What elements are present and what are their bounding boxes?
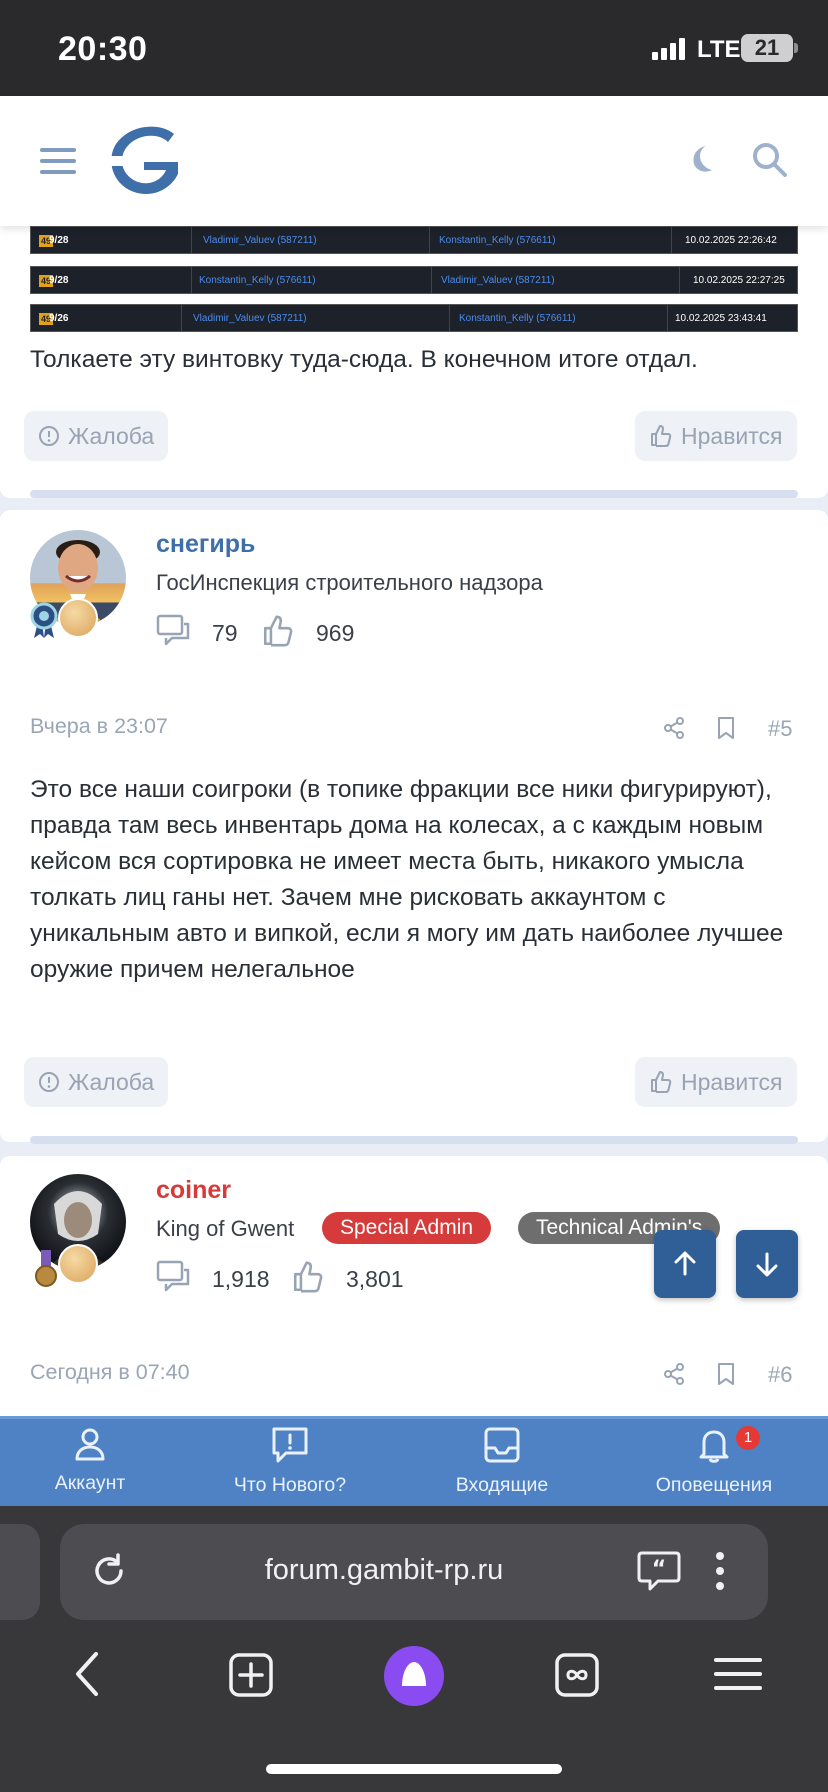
thumbs-up-icon — [293, 1261, 323, 1293]
post-text: Толкаете эту винтовку туда-сюда. В конеч… — [30, 346, 698, 373]
like-button[interactable]: Нравится — [635, 411, 797, 461]
user-icon — [75, 1428, 105, 1461]
report-label: Жалоба — [68, 422, 155, 449]
bookmark-icon[interactable] — [716, 716, 736, 740]
post-divider — [30, 490, 798, 498]
search-icon[interactable] — [752, 142, 788, 178]
nav-item-inbox[interactable]: Входящие — [412, 1426, 592, 1497]
medal-icon — [35, 1250, 57, 1287]
thumbs-up-icon — [651, 1071, 672, 1093]
nav-item-alerts[interactable]: Оповещения — [624, 1426, 804, 1497]
reload-icon[interactable] — [90, 1552, 128, 1590]
warning-circle-icon — [39, 426, 59, 446]
log-from: Konstantin_Kelly (576611) — [199, 275, 316, 286]
like-label: Нравится — [681, 422, 783, 449]
message-count: 1,918 — [212, 1266, 270, 1292]
thumbs-up-icon — [263, 615, 293, 647]
notification-badge: 1 — [736, 1426, 760, 1450]
thumbs-up-icon — [651, 425, 672, 447]
like-count: 3,801 — [346, 1266, 404, 1292]
url-text[interactable]: forum.gambit-rp.ru — [200, 1554, 568, 1587]
user-title: King of Gwent — [156, 1216, 295, 1241]
log-row: 49 9/28 Konstantin_Kelly (576611) Vladim… — [30, 266, 798, 294]
status-time: 20:30 — [58, 30, 148, 68]
post-number[interactable]: #6 — [768, 1362, 792, 1388]
gambit-badge-icon — [58, 1244, 98, 1284]
nav-label: Что Нового? — [233, 1474, 347, 1496]
signal-icon — [652, 38, 685, 60]
battery-cap — [794, 43, 798, 53]
log-to: Konstantin_Kelly (576611) — [459, 313, 576, 324]
scroll-top-button[interactable] — [654, 1230, 716, 1298]
new-tab-icon[interactable] — [228, 1652, 274, 1698]
nav-item-account[interactable]: Аккаунт — [0, 1426, 180, 1495]
gambit-logo-icon[interactable] — [104, 122, 184, 200]
user-title: ГосИнспекция строительного надзора — [156, 570, 543, 595]
gambit-badge-icon — [58, 598, 98, 638]
share-icon[interactable] — [662, 716, 686, 740]
like-button[interactable]: Нравится — [635, 1057, 797, 1107]
arrow-up-icon — [674, 1251, 696, 1276]
alert-message-icon — [272, 1427, 308, 1463]
post-date[interactable]: Сегодня в 07:40 — [30, 1360, 190, 1385]
bell-icon — [699, 1430, 729, 1463]
nav-label: Аккаунт — [54, 1472, 126, 1494]
more-vertical-icon[interactable] — [712, 1550, 728, 1592]
post-number[interactable]: #5 — [768, 716, 792, 742]
report-button[interactable]: Жалоба — [24, 1057, 169, 1107]
role-badge-special-admin: Special Admin — [322, 1212, 492, 1244]
message-count: 79 — [212, 620, 238, 646]
share-icon[interactable] — [662, 1362, 686, 1386]
svg-text:“: “ — [652, 1557, 666, 1582]
battery-icon: 21 — [741, 34, 793, 62]
log-count: 9/28 — [49, 275, 69, 286]
post-date[interactable]: Вчера в 23:07 — [30, 714, 168, 739]
log-to: Vladimir_Valuev (587211) — [441, 275, 555, 286]
log-row: 49 9/26 Vladimir_Valuev (587211) Konstan… — [30, 304, 798, 332]
log-to: Konstantin_Kelly (576611) — [439, 235, 556, 246]
award-ribbon-icon — [30, 602, 58, 638]
menu-icon[interactable] — [40, 148, 76, 174]
warning-circle-icon — [39, 1072, 59, 1092]
log-date: 10.02.2025 22:27:25 — [693, 275, 785, 286]
post-text: Это все наши соигроки (в топике фракции … — [30, 776, 784, 983]
home-indicator — [266, 1764, 562, 1774]
messages-icon — [156, 1260, 190, 1292]
like-count: 969 — [316, 620, 355, 646]
post-divider — [30, 1136, 798, 1144]
log-date: 10.02.2025 22:26:42 — [685, 235, 777, 246]
log-count: 9/26 — [49, 313, 69, 324]
network-label: LTE — [697, 36, 741, 63]
log-from: Vladimir_Valuev (587211) — [193, 313, 307, 324]
report-label: Жалоба — [68, 1068, 155, 1095]
alice-assistant-icon[interactable] — [384, 1646, 444, 1706]
log-from: Vladimir_Valuev (587211) — [203, 235, 317, 246]
nav-label: Входящие — [455, 1474, 549, 1496]
previous-tab-stub[interactable] — [0, 1524, 40, 1620]
back-icon[interactable] — [70, 1650, 106, 1698]
messages-icon — [156, 614, 190, 646]
scroll-bottom-button[interactable] — [736, 1230, 798, 1298]
bookmark-icon[interactable] — [716, 1362, 736, 1386]
log-count: 9/28 — [49, 235, 69, 246]
tabs-infinity-icon[interactable] — [554, 1652, 600, 1698]
username[interactable]: coiner — [156, 1176, 231, 1205]
quote-bubble-icon[interactable]: “ — [636, 1550, 682, 1592]
log-date: 10.02.2025 23:43:41 — [675, 313, 767, 324]
nav-label: Оповещения — [655, 1474, 773, 1496]
nav-item-whats-new[interactable]: Что Нового? — [200, 1426, 380, 1497]
arrow-down-icon — [756, 1252, 778, 1277]
report-button[interactable]: Жалоба — [24, 411, 169, 461]
log-row: 49 9/28 Vladimir_Valuev (587211) Konstan… — [30, 226, 798, 254]
moon-icon[interactable] — [688, 144, 716, 174]
inbox-icon — [484, 1427, 520, 1463]
like-label: Нравится — [681, 1068, 783, 1095]
menu-icon[interactable] — [714, 1656, 762, 1692]
username[interactable]: снегирь — [156, 530, 255, 559]
